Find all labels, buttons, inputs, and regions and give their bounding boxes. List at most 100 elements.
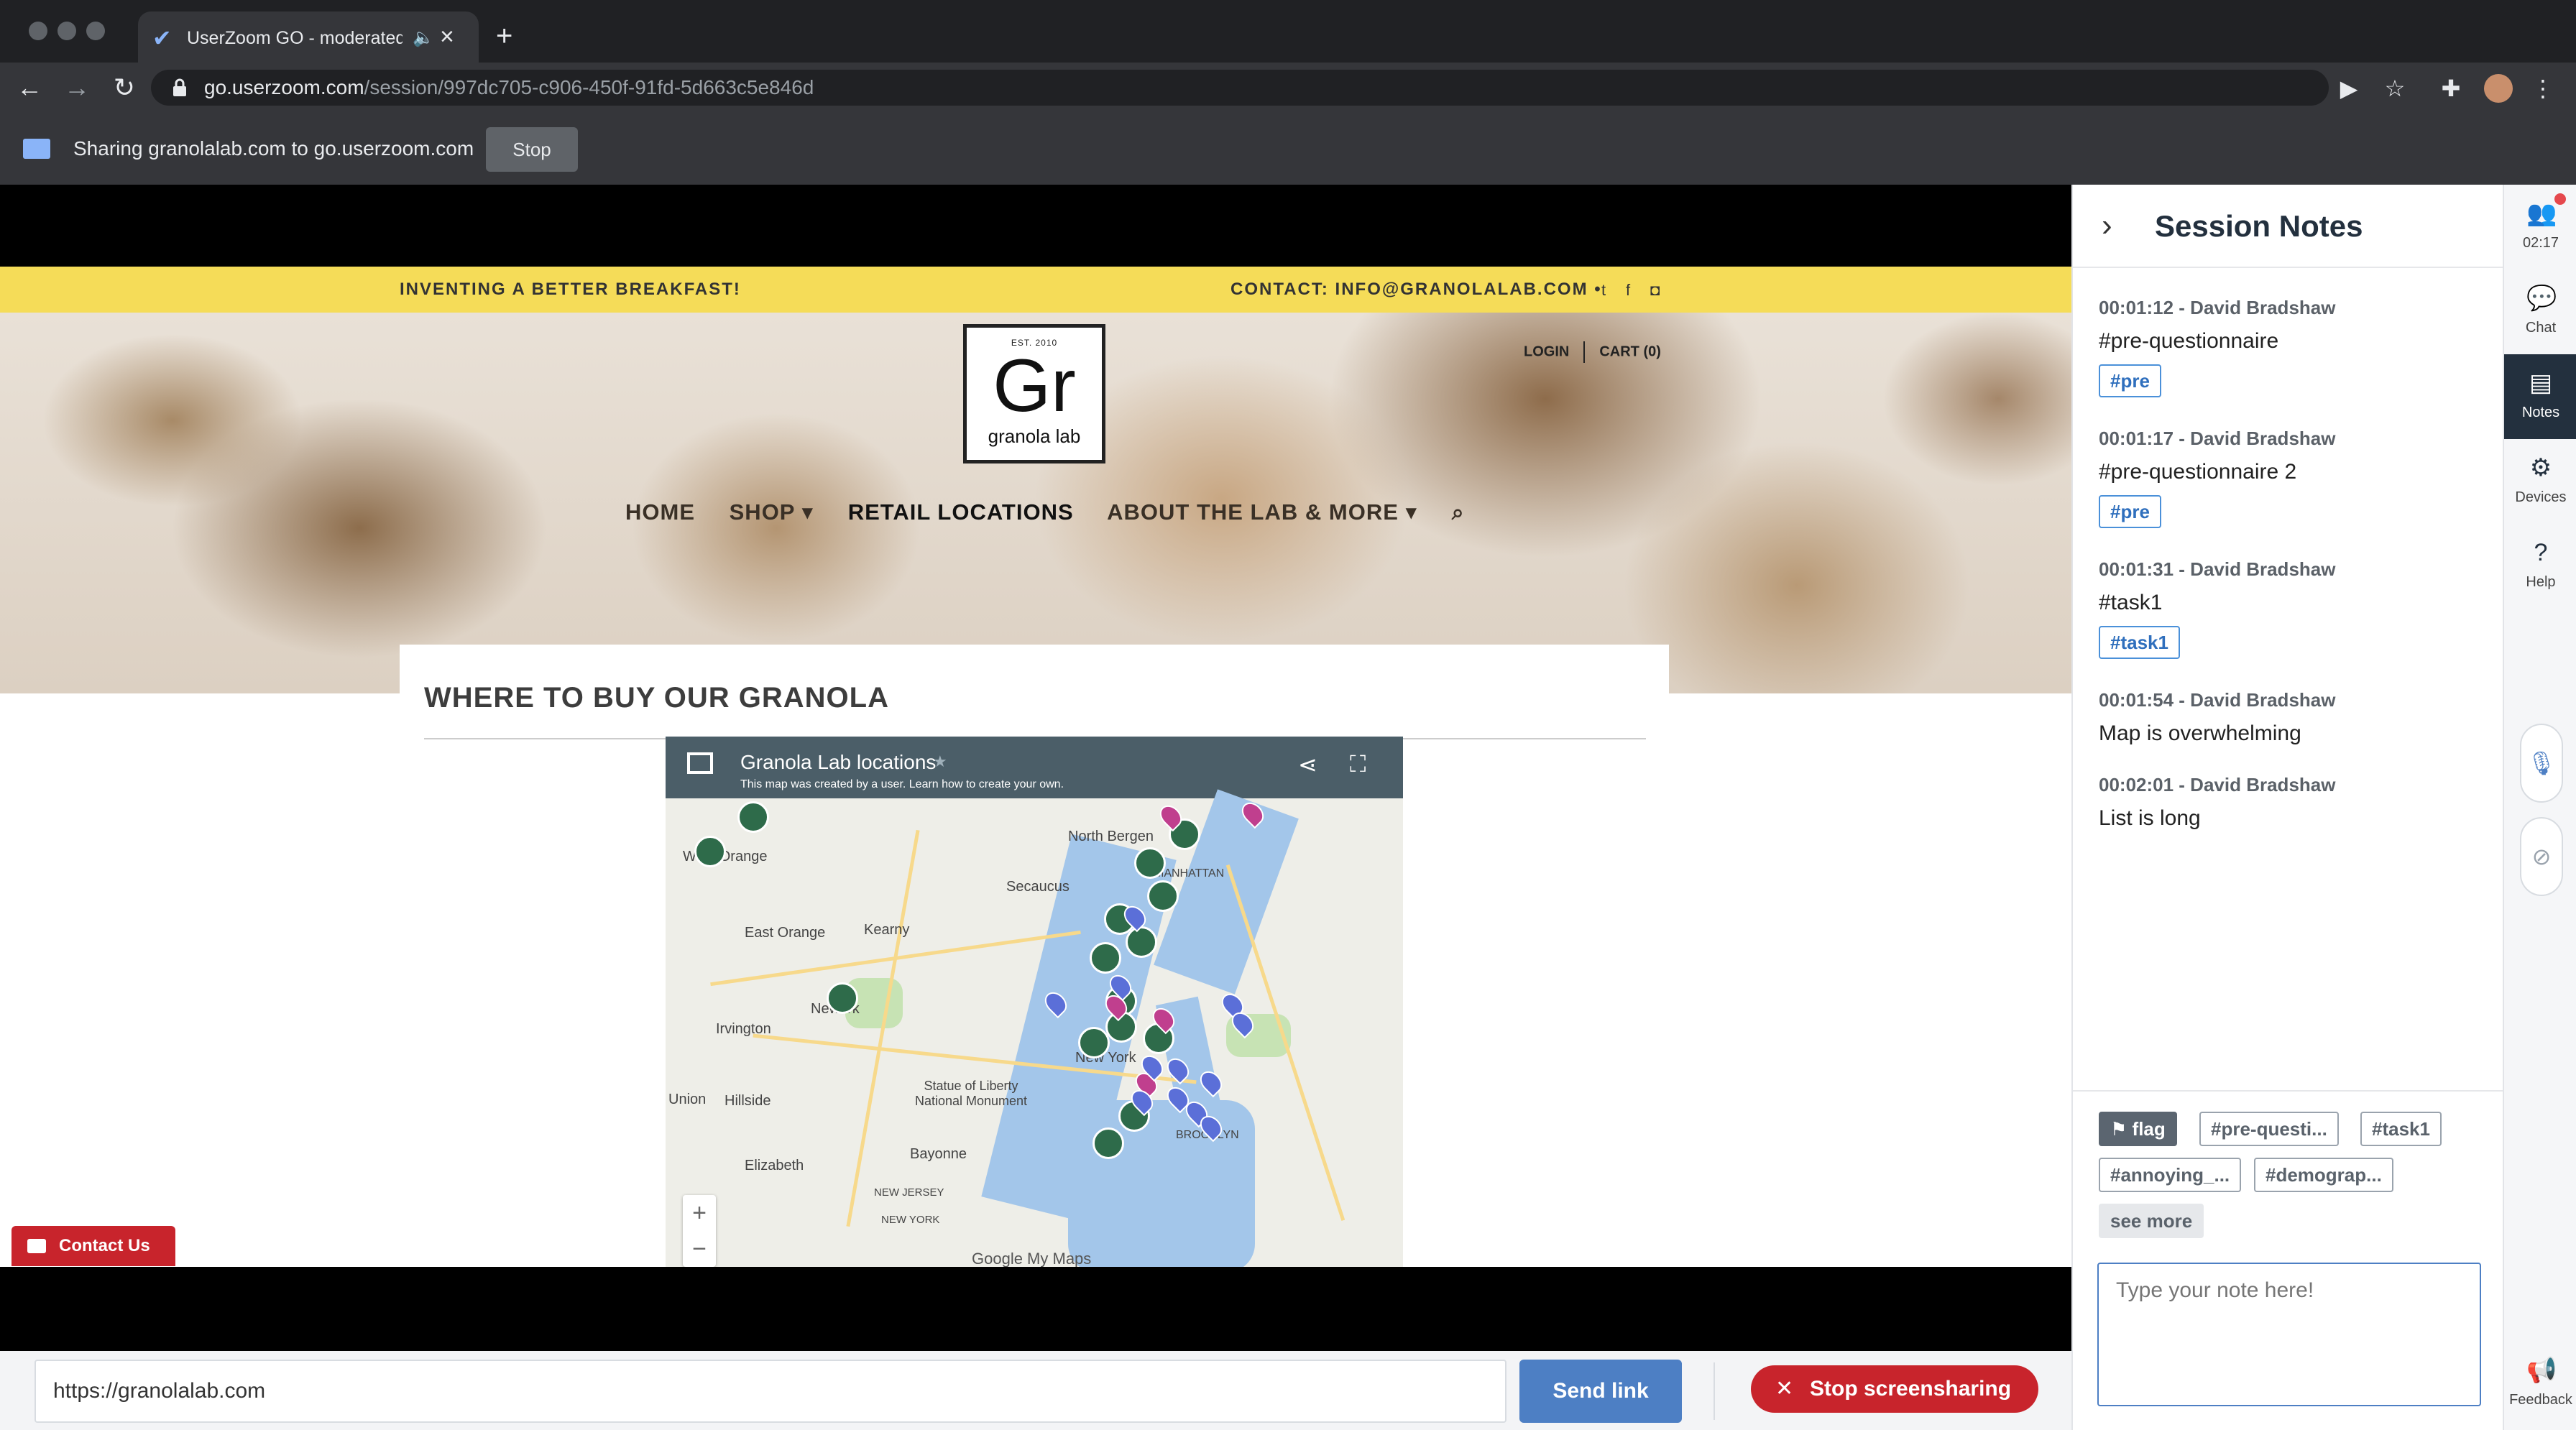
browser-toolbar: ← → ↻ go.userzoom.com/session/997dc705-c… [0,63,2576,113]
site-main-nav: HOME SHOP ▾ RETAIL LOCATIONS ABOUT THE L… [625,499,1492,525]
note-item[interactable]: 00:01:31 - David Bradshaw #task1 #task1 [2099,557,2487,659]
rail-help[interactable]: ? Help [2504,524,2576,609]
stop-screensharing-button[interactable]: ✕ Stop screensharing [1751,1365,2038,1413]
facebook-icon[interactable]: f [1626,281,1630,300]
forward-icon[interactable]: → [62,73,92,103]
map-pin[interactable] [694,836,726,867]
shared-screen-viewport: INVENTING A BETTER BREAKFAST! CONTACT: I… [0,185,2071,1351]
send-link-button[interactable]: Send link [1519,1360,1682,1423]
nav-home[interactable]: HOME [625,499,695,525]
embedded-map[interactable]: Granola Lab locations ★ This map was cre… [666,737,1403,1267]
profile-avatar[interactable] [2484,74,2513,103]
map-legend-icon[interactable] [687,752,713,774]
login-link[interactable]: LOGIN [1524,343,1569,359]
rail-devices[interactable]: ⚙ Devices [2504,439,2576,524]
link-url-input[interactable] [34,1360,1506,1423]
map-subtitle: This map was created by a user. Learn ho… [740,778,1064,790]
flag-icon: ⚑ [2110,1118,2128,1140]
map-header: Granola Lab locations ★ This map was cre… [666,737,1403,798]
note-item[interactable]: 00:01:54 - David Bradshaw Map is overwhe… [2099,688,2487,747]
instagram-icon[interactable]: ◘ [1650,281,1660,300]
map-pin[interactable] [1126,926,1157,958]
tag-chip[interactable]: #demograp... [2254,1158,2393,1192]
note-item[interactable]: 00:02:01 - David Bradshaw List is long [2099,772,2487,831]
new-tab-icon[interactable]: + [496,22,512,50]
note-input[interactable] [2097,1263,2481,1406]
close-window-button[interactable] [29,22,47,40]
map-pin[interactable] [1078,1027,1110,1058]
back-icon[interactable]: ← [14,73,45,103]
participants-timer[interactable]: 👥 02:17 [2504,185,2576,269]
screen-share-icon [23,139,50,159]
granola-lab-website: INVENTING A BETTER BREAKFAST! CONTACT: I… [0,267,2071,1267]
fullscreen-icon[interactable]: ⛶ [1350,751,1366,778]
twitter-icon[interactable]: t [1601,281,1606,300]
site-hero: EST. 2010 Gr granola lab LOGIN CART (0) H… [0,313,2071,739]
maximize-window-button[interactable] [86,22,105,40]
contact-us-button[interactable]: Contact Us [12,1226,175,1266]
bookmark-star-icon[interactable]: ☆ [2380,74,2409,103]
map-pin[interactable] [1090,942,1121,974]
collapse-chevron-icon[interactable]: › [2102,208,2112,244]
flag-tag-button[interactable]: ⚑ flag [2099,1112,2177,1146]
map-title: Granola Lab locations [740,751,937,773]
nav-retail-locations[interactable]: RETAIL LOCATIONS [848,499,1074,525]
tags-divider [2073,1090,2504,1092]
divider [1714,1362,1715,1420]
session-timer: 02:17 [2522,235,2559,251]
camera-toggle[interactable]: ⊘ [2520,817,2563,896]
map-pin[interactable] [1134,847,1166,879]
zoom-out-button[interactable]: − [683,1231,716,1267]
url-text: go.userzoom.com/session/997dc705-c906-45… [204,76,814,98]
map-pin[interactable] [1092,1127,1124,1159]
megaphone-icon: 📢 [2526,1357,2557,1384]
see-more-button[interactable]: see more [2099,1204,2204,1238]
tag-chip[interactable]: #pre-questi... [2199,1112,2339,1146]
close-icon: ✕ [1775,1377,1794,1401]
camera-icon[interactable]: ▶ [2334,74,2363,103]
search-icon[interactable]: ⌕ [1452,501,1465,525]
browser-tab[interactable]: ✔ UserZoom GO - moderated 🔈 × [138,11,479,63]
reload-icon[interactable]: ↻ [109,73,139,103]
map-pin[interactable] [737,801,769,833]
notes-icon: ▤ [2529,369,2553,397]
nav-shop[interactable]: SHOP ▾ [730,499,814,525]
cart-link[interactable]: CART (0) [1599,343,1661,359]
microphone-icon: 🎙 [2526,750,2557,776]
granola-lab-logo[interactable]: EST. 2010 Gr granola lab [963,324,1105,463]
zoom-in-button[interactable]: + [683,1195,716,1231]
tag-chip[interactable]: #task1 [2360,1112,2442,1146]
extensions-icon[interactable]: ✚ [2437,74,2465,103]
site-topbar: INVENTING A BETTER BREAKFAST! CONTACT: I… [0,267,2071,313]
star-icon[interactable]: ★ [933,752,947,771]
site-contact[interactable]: CONTACT: INFO@GRANOLALAB.COM • [1230,280,1602,300]
browser-tabstrip: ✔ UserZoom GO - moderated 🔈 × + [0,0,2576,63]
tag-chip[interactable]: #annoying_... [2099,1158,2242,1192]
rail-feedback[interactable]: 📢 Feedback [2504,1342,2576,1426]
help-icon: ? [2534,539,2548,566]
map-pin[interactable] [827,982,858,1014]
stop-sharing-button[interactable]: Stop [486,127,578,172]
nav-about[interactable]: ABOUT THE LAB & MORE ▾ [1107,499,1417,525]
site-user-links: LOGIN CART (0) [1524,341,1661,363]
map-pin[interactable] [1147,880,1179,912]
note-item[interactable]: 00:01:17 - David Bradshaw #pre-questionn… [2099,426,2487,528]
note-tag[interactable]: #task1 [2099,626,2180,659]
close-tab-icon[interactable]: × [440,24,454,49]
share-icon[interactable]: ⋖ [1298,751,1317,778]
notes-title: Session Notes [2155,209,2363,243]
rail-notes[interactable]: ▤ Notes [2504,354,2576,439]
tab-title: UserZoom GO - moderated [187,28,402,48]
note-tag[interactable]: #pre [2099,364,2161,397]
speaker-icon[interactable]: 🔈 [413,27,434,48]
note-tag[interactable]: #pre [2099,495,2161,528]
camera-off-icon: ⊘ [2531,844,2552,869]
note-item[interactable]: 00:01:12 - David Bradshaw #pre-questionn… [2099,295,2487,397]
menu-icon[interactable]: ⋮ [2529,74,2557,103]
map-canvas[interactable]: West Orange North Bergen Secaucus East O… [666,789,1403,1267]
microphone-toggle[interactable]: 🎙 [2520,724,2563,803]
rail-chat[interactable]: 💬 Chat [2504,269,2576,354]
minimize-window-button[interactable] [58,22,76,40]
lock-icon [173,78,186,96]
address-bar[interactable]: go.userzoom.com/session/997dc705-c906-45… [151,70,2329,106]
